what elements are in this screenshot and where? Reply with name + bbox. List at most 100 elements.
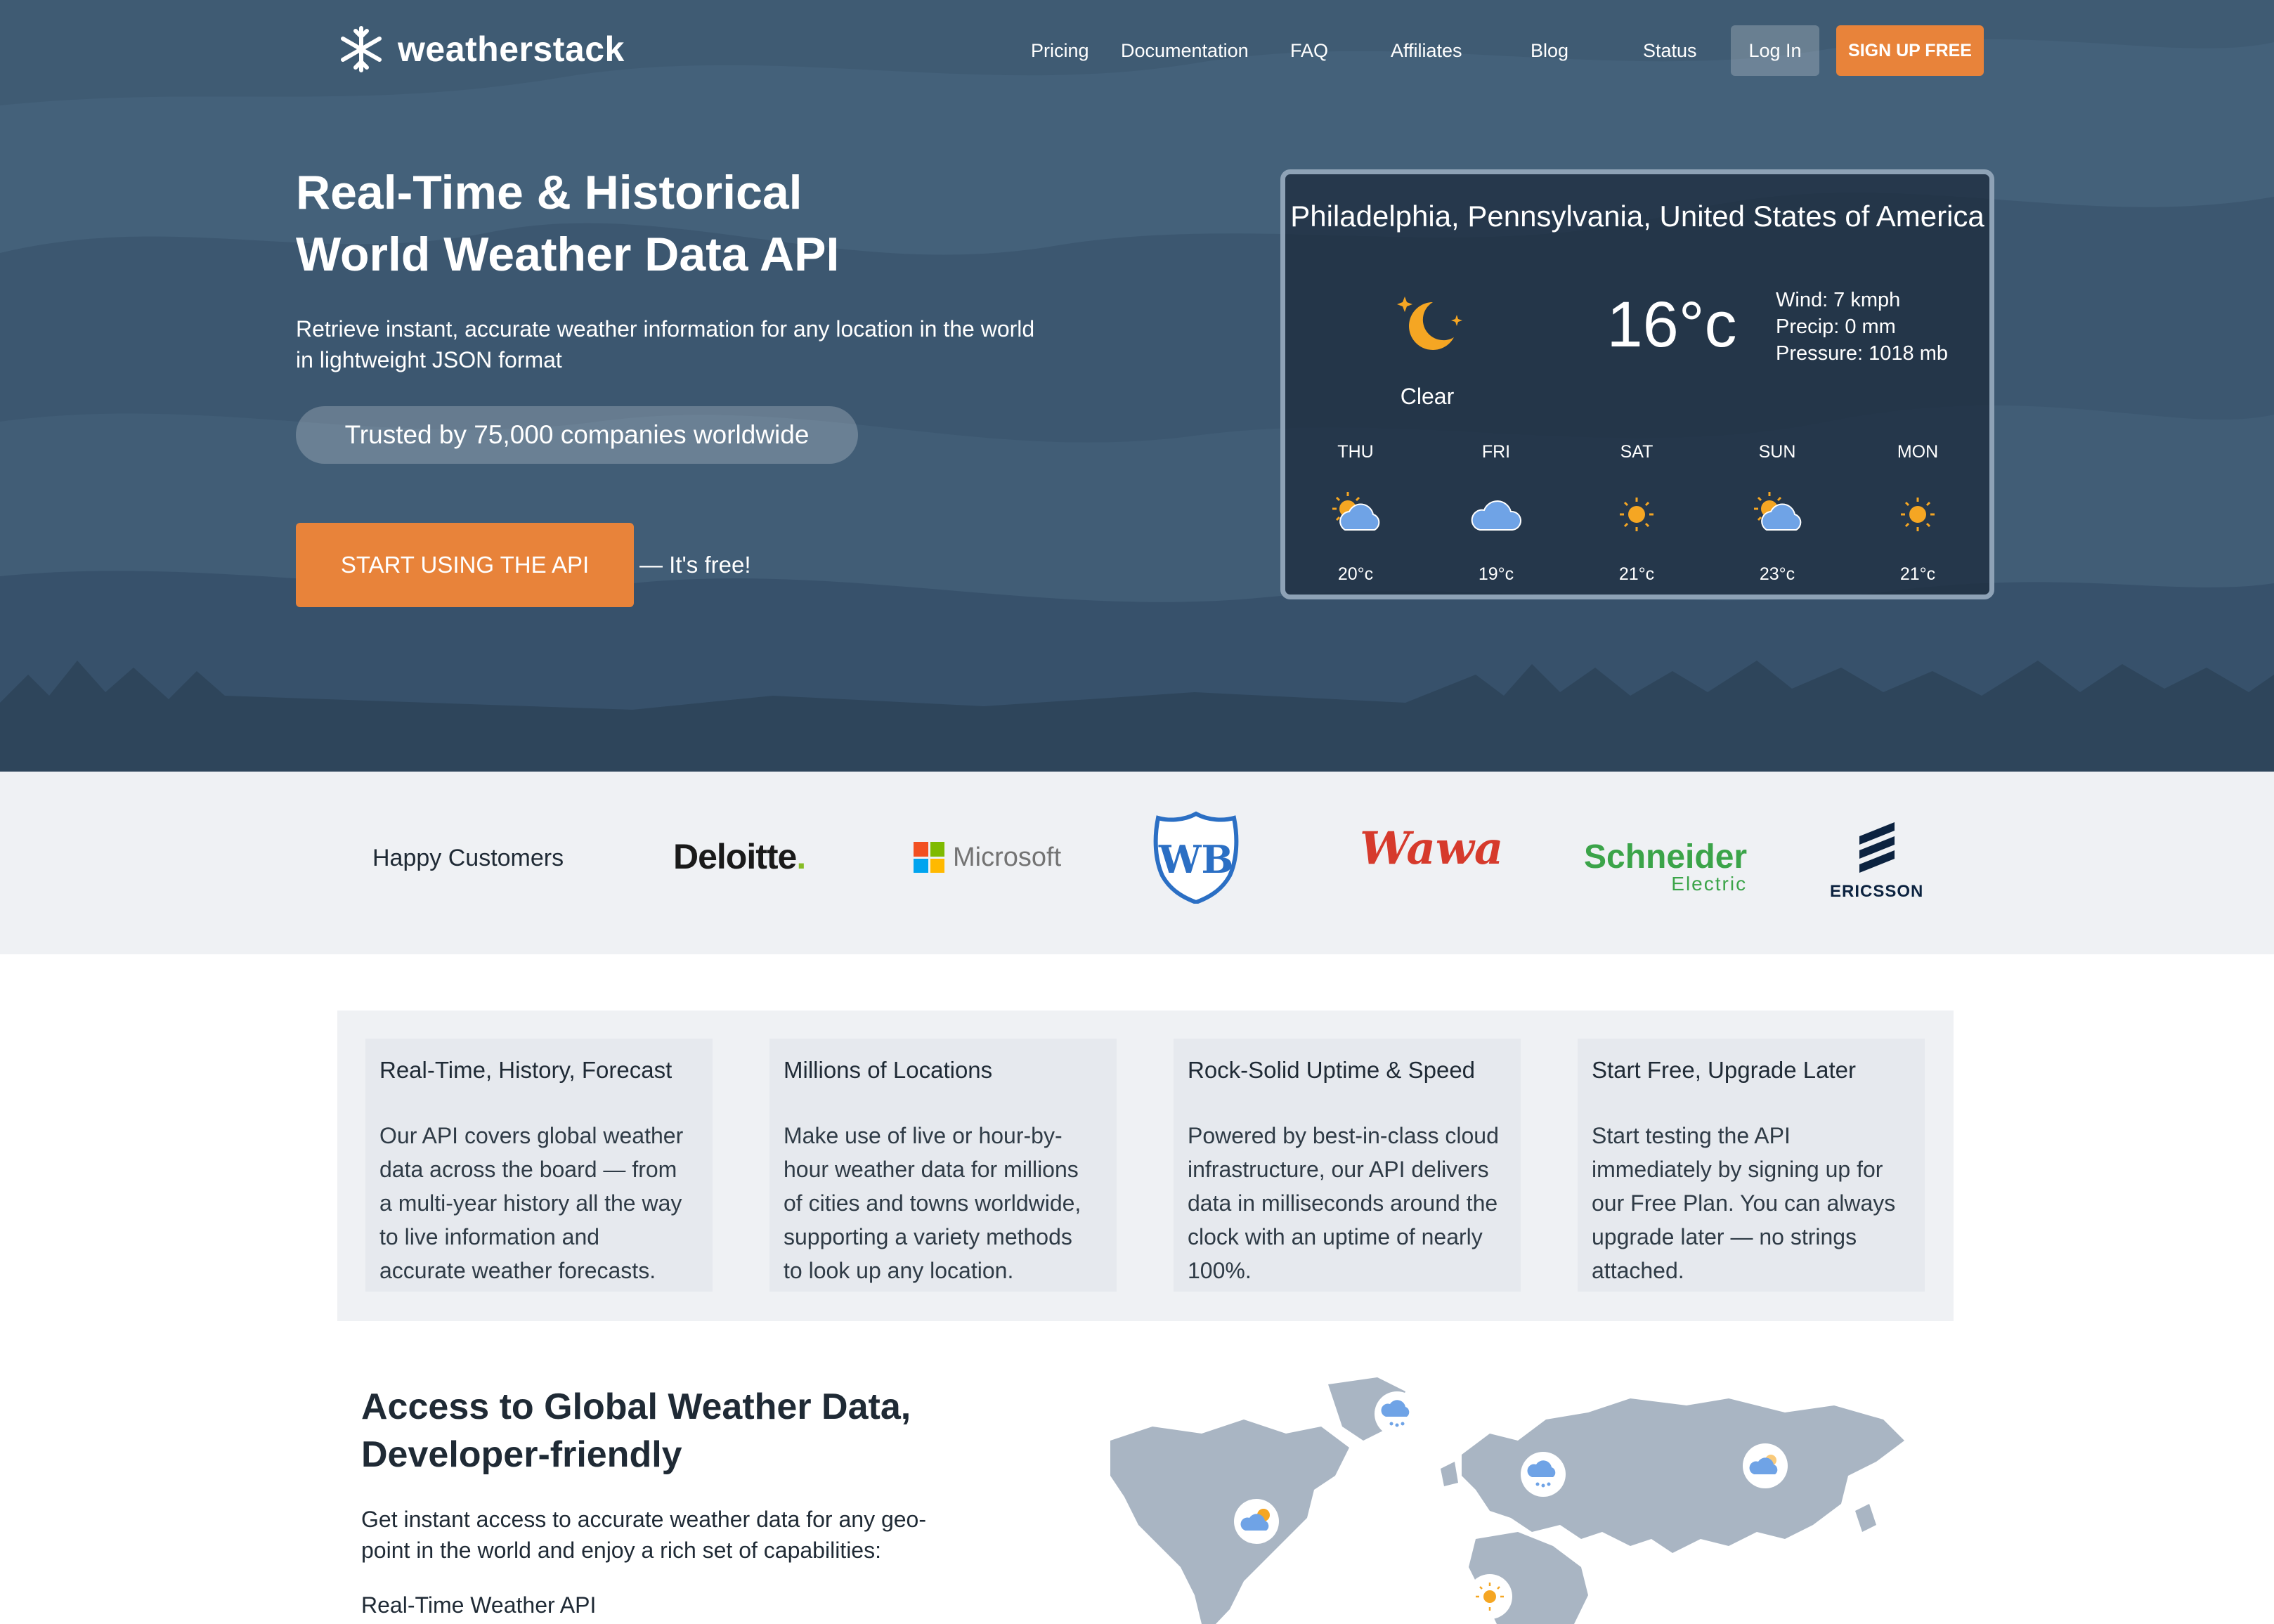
feature-text-line: Powered by best-in-class cloud [1188,1123,1499,1148]
feature-text-line: of cities and towns worldwide, [784,1190,1081,1216]
widget-wind: Wind: 7 kmph [1776,289,1901,311]
schneider-logo-subtext: Electric [1671,873,1748,895]
wawa-logo-text: Wawa [1360,822,1504,875]
nav-status[interactable]: Status [1643,25,1697,76]
forecast-day: SAT 21°c [1580,440,1693,586]
forecast-day-name: MON [1897,442,1939,462]
hero-subtitle: Retrieve instant, accurate weather infor… [296,313,1139,375]
forecast-day-name: SAT [1620,442,1653,462]
weather-widget: Philadelphia, Pennsylvania, United State… [1280,169,1994,599]
widget-pressure: Pressure: 1018 mb [1776,342,1949,365]
feature-text: Our API covers global weather data acros… [379,1119,699,1287]
feature-title: Real-Time, History, Forecast [379,1057,673,1083]
hero-title-line1: Real-Time & Historical [296,166,803,219]
access-text-line1: Get instant access to accurate weather d… [361,1507,926,1532]
microsoft-logo: Microsoft [914,842,1061,873]
forecast-row: THU 20°c FRI 19°c SAT 21°c SUN 23°c MON … [1285,440,1989,587]
customers-label: Happy Customers [372,845,564,871]
feature-text-line: data across the board — from [379,1157,677,1182]
nav-faq[interactable]: FAQ [1290,25,1328,76]
map-marker-sun [1467,1574,1512,1619]
nav-blog[interactable]: Blog [1531,25,1568,76]
map-marker-snow [1521,1452,1566,1497]
forecast-day-name: SUN [1758,442,1796,462]
customers-section: Happy Customers Deloitte. Microsoft WB W… [0,772,2274,954]
feature-card: Millions of Locations Make use of live o… [769,1039,1117,1292]
nav-pricing[interactable]: Pricing [1031,25,1089,76]
feature-text-line: accurate weather forecasts. [379,1258,656,1283]
feature-card: Rock-Solid Uptime & Speed Powered by bes… [1174,1039,1521,1292]
feature-text-line: data in milliseconds around the [1188,1190,1498,1216]
ericsson-logo-text: ERICSSON [1830,882,1924,901]
feature-text-line: Make use of live or hour-by- [784,1123,1063,1148]
feature-title: Start Free, Upgrade Later [1592,1057,1857,1083]
brand-logo[interactable]: weatherstack [337,25,625,73]
feature-text-line: a multi-year history all the way [379,1190,682,1216]
access-subheading: Real-Time Weather API [361,1592,597,1618]
schneider-logo: Schneider Electric [1584,840,1747,894]
forecast-day-temp: 19°c [1478,564,1514,584]
access-title-line1: Access to Global Weather Data, [361,1386,911,1427]
feature-text: Start testing the API immediately by sig… [1592,1119,1911,1287]
access-text-line2: point in the world and enjoy a rich set … [361,1538,881,1563]
sun-icon [1901,498,1935,531]
forecast-day: THU 20°c [1299,440,1412,586]
access-text: Get instant access to accurate weather d… [361,1504,994,1566]
feature-title: Millions of Locations [784,1057,993,1083]
access-title: Access to Global Weather Data, Developer… [361,1383,994,1479]
hero-subtitle-line1: Retrieve instant, accurate weather infor… [296,316,1035,342]
map-marker-partly-cloudy [1743,1443,1788,1488]
feature-text: Make use of live or hour-by- hour weathe… [784,1119,1103,1287]
nav-affiliates[interactable]: Affiliates [1391,25,1462,76]
wawa-logo: Wawa [1360,822,1503,875]
forecast-day-temp: 23°c [1759,564,1795,584]
free-note: — It's free! [639,552,751,578]
hero-section: weatherstack Pricing Documentation FAQ A… [0,0,2274,772]
feature-text-line: to look up any location. [784,1258,1014,1283]
map-marker-partly-cloudy [1234,1499,1279,1544]
world-map-illustration [1110,1377,1904,1624]
widget-condition: Clear [1400,384,1455,409]
feature-text-line: hour weather data for millions [784,1157,1079,1182]
moon-icon [1397,297,1462,350]
feature-text-line: infrastructure, our API delivers [1188,1157,1489,1182]
widget-temperature: 16°c [1606,289,1737,360]
ericsson-logo: ERICSSON [1830,821,1923,902]
forecast-day-name: THU [1337,442,1374,462]
feature-text-line: 100%. [1188,1258,1252,1283]
trusted-badge: Trusted by 75,000 companies worldwide [296,406,858,464]
hero-title-line2: World Weather Data API [296,228,840,281]
start-api-button[interactable]: START USING THE API [296,523,634,607]
widget-location: Philadelphia, Pennsylvania, United State… [1290,200,1984,233]
deloitte-logo-dot: . [796,837,806,876]
ericsson-mark-icon [1859,822,1895,873]
microsoft-grid-icon [914,842,944,873]
access-title-line2: Developer-friendly [361,1434,682,1475]
forecast-day-temp: 21°c [1618,564,1655,584]
feature-text-line: our Free Plan. You can always [1592,1190,1896,1216]
cloud-icon [1471,500,1521,531]
sun-icon [1620,498,1653,531]
snowflake-icon [341,26,382,72]
feature-text-line: Start testing the API [1592,1123,1791,1148]
microsoft-logo-text: Microsoft [953,842,1062,872]
forecast-day: SUN 23°c [1721,440,1833,586]
feature-card: Real-Time, History, Forecast Our API cov… [365,1039,713,1292]
feature-text-line: to live information and [379,1224,600,1249]
login-button[interactable]: Log In [1731,25,1819,76]
forecast-day-temp: 21°c [1899,564,1936,584]
feature-card: Start Free, Upgrade Later Start testing … [1578,1039,1925,1292]
nav-documentation[interactable]: Documentation [1121,25,1249,76]
wb-logo-text: WB [1158,837,1233,882]
forecast-day-temp: 20°c [1337,564,1374,584]
feature-text: Powered by best-in-class cloud infrastru… [1188,1119,1507,1287]
feature-text-line: Our API covers global weather [379,1123,684,1148]
forecast-day: MON 21°c [1862,440,1974,586]
signup-button[interactable]: SIGN UP FREE [1836,25,1984,76]
feature-text-line: attached. [1592,1258,1684,1283]
feature-text-line: immediately by signing up for [1592,1157,1883,1182]
deloitte-logo: Deloitte. [673,836,806,877]
feature-title: Rock-Solid Uptime & Speed [1188,1057,1476,1083]
widget-details: Wind: 7 kmph Precip: 0 mm Pressure: 1018… [1776,287,1948,367]
wb-shield-logo: WB [1153,811,1239,904]
